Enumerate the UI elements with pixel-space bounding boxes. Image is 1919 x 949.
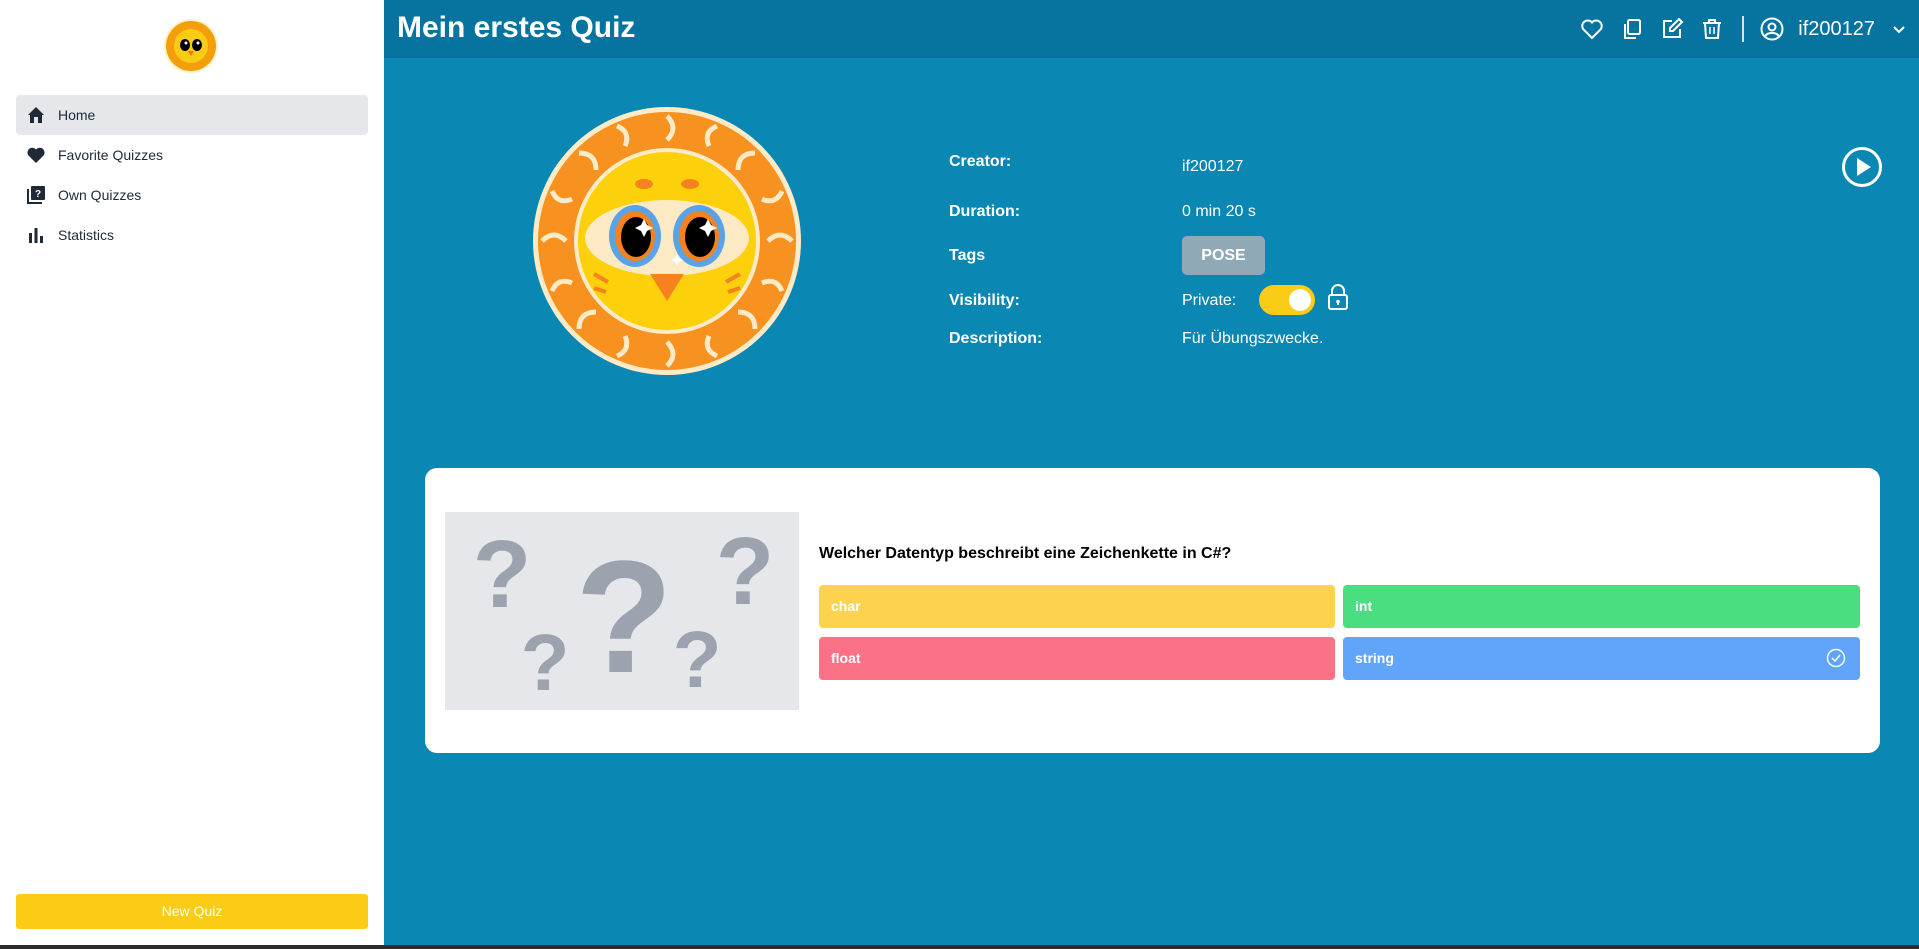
favorite-heart-icon[interactable] (1580, 17, 1604, 41)
creator-label: Creator: (949, 153, 1012, 170)
answer-label: float (831, 650, 861, 666)
page-title: Mein erstes Quiz (397, 11, 636, 44)
duration-label: Duration: (949, 203, 1021, 220)
answer-label: char (831, 598, 861, 614)
answer-option-float[interactable]: float (819, 637, 1335, 680)
svg-text:?: ? (575, 527, 673, 706)
answer-option-string[interactable]: string (1343, 637, 1860, 680)
lock-icon (1328, 284, 1348, 310)
svg-text:?: ? (35, 189, 41, 200)
sidebar-nav: Home Favorite Quizzes ? Own Quizzes Stat… (16, 95, 368, 255)
sidebar-item-home[interactable]: Home (16, 95, 368, 135)
header-divider (1742, 16, 1745, 42)
username[interactable]: if200127 (1798, 18, 1875, 41)
question-card: ? ? ? ? ? Welcher Datentyp beschreibt ei… (425, 468, 1880, 753)
bottom-edge (0, 945, 1919, 949)
chevron-down-icon[interactable] (1887, 17, 1911, 41)
answer-option-int[interactable]: int (1343, 585, 1860, 628)
svg-text:?: ? (673, 615, 722, 704)
sidebar-item-label: Home (58, 107, 96, 123)
new-quiz-button[interactable]: New Quiz (16, 894, 368, 929)
quiz-library-icon: ? (26, 185, 46, 205)
answer-label: int (1355, 598, 1373, 614)
copy-icon[interactable] (1620, 17, 1644, 41)
visibility-value: Private: (1182, 292, 1237, 309)
sidebar-item-label: Own Quizzes (58, 187, 142, 203)
visibility-toggle[interactable] (1259, 285, 1315, 315)
description-value: Für Übungszwecke. (1182, 330, 1324, 347)
header-actions: if200127 (1564, 0, 1919, 58)
visibility-label: Visibility: (949, 292, 1020, 309)
correct-check-icon (1826, 648, 1846, 668)
header-bar: Mein erstes Quiz if200127 (384, 0, 1919, 58)
sidebar-item-favorite-quizzes[interactable]: Favorite Quizzes (16, 135, 368, 175)
question-placeholder-image: ? ? ? ? ? (445, 512, 799, 710)
user-avatar-icon[interactable] (1760, 17, 1784, 41)
tags-label: Tags (949, 247, 986, 264)
sidebar: Home Favorite Quizzes ? Own Quizzes Stat… (0, 0, 384, 945)
description-label: Description: (949, 330, 1043, 347)
home-icon (26, 105, 46, 125)
app-logo[interactable] (163, 18, 219, 74)
duration-value: 0 min 20 s (1182, 203, 1256, 220)
question-text: Welcher Datentyp beschreibt eine Zeichen… (819, 545, 1232, 562)
sidebar-item-label: Favorite Quizzes (58, 147, 164, 163)
answer-label: string (1355, 650, 1394, 666)
svg-text:?: ? (521, 618, 570, 707)
answer-option-char[interactable]: char (819, 585, 1335, 628)
edit-icon[interactable] (1660, 17, 1684, 41)
svg-text:?: ? (473, 521, 532, 628)
svg-text:?: ? (716, 518, 775, 625)
tag-pill[interactable]: POSE (1182, 236, 1265, 275)
trash-icon[interactable] (1700, 17, 1724, 41)
toggle-knob (1289, 289, 1311, 311)
play-quiz-button[interactable] (1841, 146, 1883, 188)
main-content: Mein erstes Quiz if200127 Creator: if200… (384, 0, 1919, 945)
sidebar-item-label: Statistics (58, 227, 115, 243)
quiz-cover-image (533, 107, 801, 375)
sidebar-item-statistics[interactable]: Statistics (16, 215, 368, 255)
bar-chart-icon (26, 225, 46, 245)
heart-icon (26, 145, 46, 165)
sidebar-item-own-quizzes[interactable]: ? Own Quizzes (16, 175, 368, 215)
creator-value: if200127 (1182, 158, 1244, 175)
